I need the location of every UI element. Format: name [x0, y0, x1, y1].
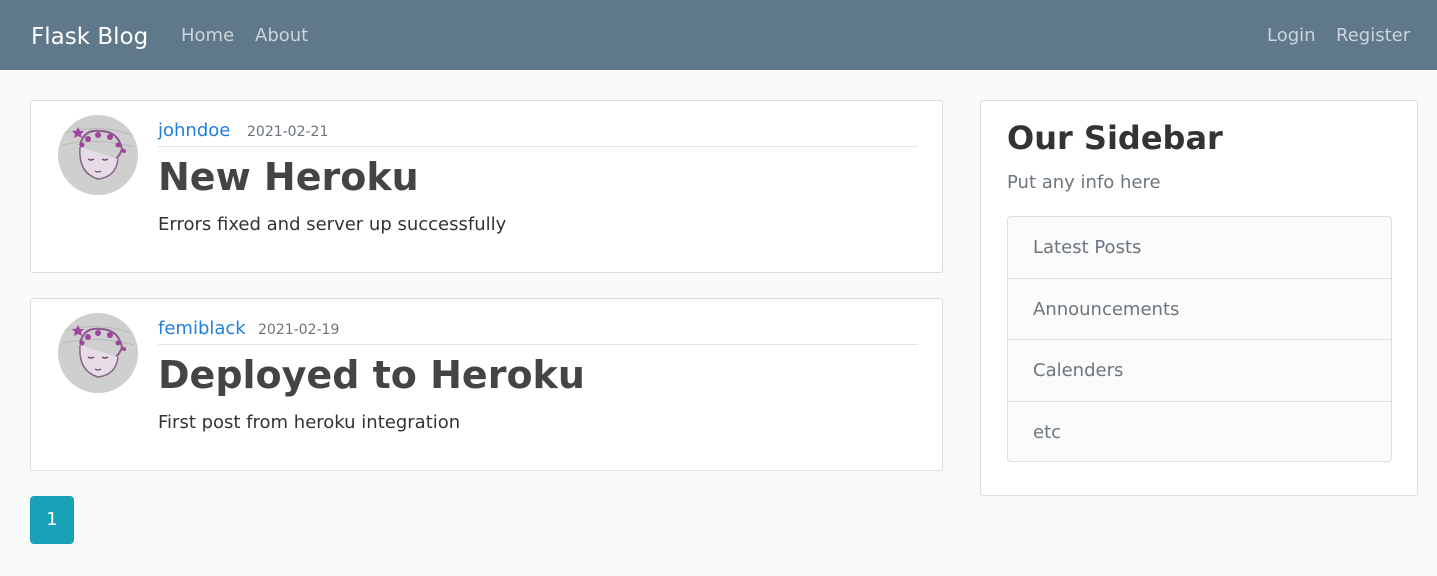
post-content: First post from heroku integration: [158, 412, 461, 433]
post-title-link[interactable]: New Heroku: [158, 153, 419, 201]
post-author-link[interactable]: femiblack: [158, 317, 246, 341]
nav-about-link[interactable]: About: [255, 24, 308, 48]
sidebar-item-etc[interactable]: etc: [1008, 402, 1391, 464]
post-date: 2021-02-19: [258, 322, 340, 338]
sidebar-item-announcements[interactable]: Announcements: [1008, 279, 1391, 340]
pagination-page-button[interactable]: 1: [30, 496, 74, 544]
sidebar-title: Our Sidebar: [1007, 119, 1223, 157]
post-meta: johndoe 2021-02-21: [158, 117, 918, 147]
top-navbar: Flask Blog Home About Login Register: [0, 0, 1437, 70]
post-card: johndoe 2021-02-21 New Heroku Errors fix…: [30, 100, 943, 273]
post-content: Errors fixed and server up successfully: [158, 214, 507, 235]
nav-login-link[interactable]: Login: [1267, 24, 1316, 48]
avatar-cartoon-face-icon: [58, 115, 138, 195]
post-title-link[interactable]: Deployed to Heroku: [158, 351, 585, 399]
sidebar: Our Sidebar Put any info here Latest Pos…: [980, 100, 1418, 496]
post-date: 2021-02-21: [247, 124, 329, 140]
sidebar-list: Latest Posts Announcements Calenders etc: [1007, 216, 1392, 462]
nav-home-link[interactable]: Home: [181, 24, 234, 48]
brand-link[interactable]: Flask Blog: [31, 21, 148, 53]
sidebar-item-latest-posts[interactable]: Latest Posts: [1008, 217, 1391, 279]
sidebar-item-calenders[interactable]: Calenders: [1008, 340, 1391, 402]
sidebar-subtitle: Put any info here: [1007, 172, 1161, 193]
post-meta: femiblack 2021-02-19: [158, 315, 918, 345]
post-card: femiblack 2021-02-19 Deployed to Heroku …: [30, 298, 943, 471]
nav-register-link[interactable]: Register: [1336, 24, 1410, 48]
avatar-cartoon-face-icon: [58, 313, 138, 393]
post-author-link[interactable]: johndoe: [158, 119, 230, 143]
